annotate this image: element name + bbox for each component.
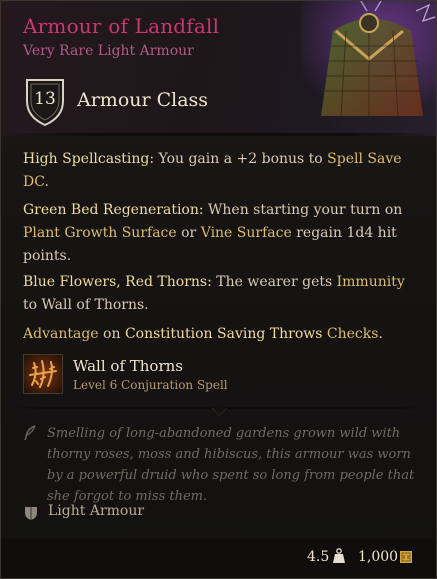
- item-price: 1,000: [358, 549, 399, 565]
- property-title: Blue Flowers, Red Thorns:: [23, 274, 212, 290]
- keyword-plant-growth-surface[interactable]: Plant Growth Surface: [23, 225, 177, 241]
- item-name: Armour of Landfall: [23, 14, 220, 38]
- property-text: .: [378, 326, 383, 342]
- quill-icon: [24, 425, 36, 441]
- property-advantage: Advantage on Constitution Saving Throws …: [23, 323, 418, 346]
- property-text: When starting your turn on: [203, 202, 403, 218]
- gold-coin-icon: [400, 551, 412, 563]
- keyword-constitution-saving-throws[interactable]: Constitution Saving Throws: [125, 326, 322, 342]
- item-weight: 4.5: [307, 549, 330, 565]
- property-title: Green Bed Regeneration:: [23, 202, 204, 218]
- armour-type-label: Light Armour: [48, 503, 145, 519]
- spell-name[interactable]: Wall of Thorns: [73, 357, 183, 375]
- keyword-advantage[interactable]: Advantage: [23, 326, 99, 342]
- keyword-immunity[interactable]: Immunity: [337, 274, 405, 290]
- property-text: on: [98, 326, 125, 342]
- tooltip-header: Armour of Landfall Very Rare Light Armou…: [1, 1, 436, 136]
- item-rarity: Very Rare Light Armour: [23, 43, 194, 59]
- property-blue-flowers-red-thorns: Blue Flowers, Red Thorns: The wearer get…: [23, 271, 418, 317]
- weight-icon: [333, 548, 345, 563]
- armour-class-value: 13: [34, 89, 56, 109]
- thorns-glyph: [29, 360, 57, 388]
- property-title: High Spellcasting:: [23, 151, 155, 167]
- keyword-checks[interactable]: Checks: [327, 326, 379, 342]
- divider-notch: [211, 400, 228, 417]
- armour-class-label: Armour Class: [77, 89, 209, 111]
- property-text: The wearer gets: [211, 274, 337, 290]
- property-green-bed-regeneration: Green Bed Regeneration: When starting yo…: [23, 199, 418, 268]
- property-text: .: [44, 174, 49, 190]
- wall-of-thorns-icon[interactable]: [23, 354, 63, 394]
- property-text: to Wall of Thorns.: [23, 297, 149, 313]
- spell-subtitle: Level 6 Conjuration Spell: [73, 378, 228, 392]
- light-armour-icon: [25, 507, 37, 520]
- property-high-spellcasting: High Spellcasting: You gain a +2 bonus t…: [23, 148, 418, 194]
- flavour-text: Smelling of long-abandoned gardens grown…: [47, 426, 415, 504]
- property-text: You gain a +2 bonus to: [154, 151, 328, 167]
- property-text: or: [176, 225, 201, 241]
- keyword-vine-surface[interactable]: Vine Surface: [201, 225, 292, 241]
- item-tooltip: Armour of Landfall Very Rare Light Armou…: [0, 0, 437, 579]
- armour-artwork: [301, 1, 436, 116]
